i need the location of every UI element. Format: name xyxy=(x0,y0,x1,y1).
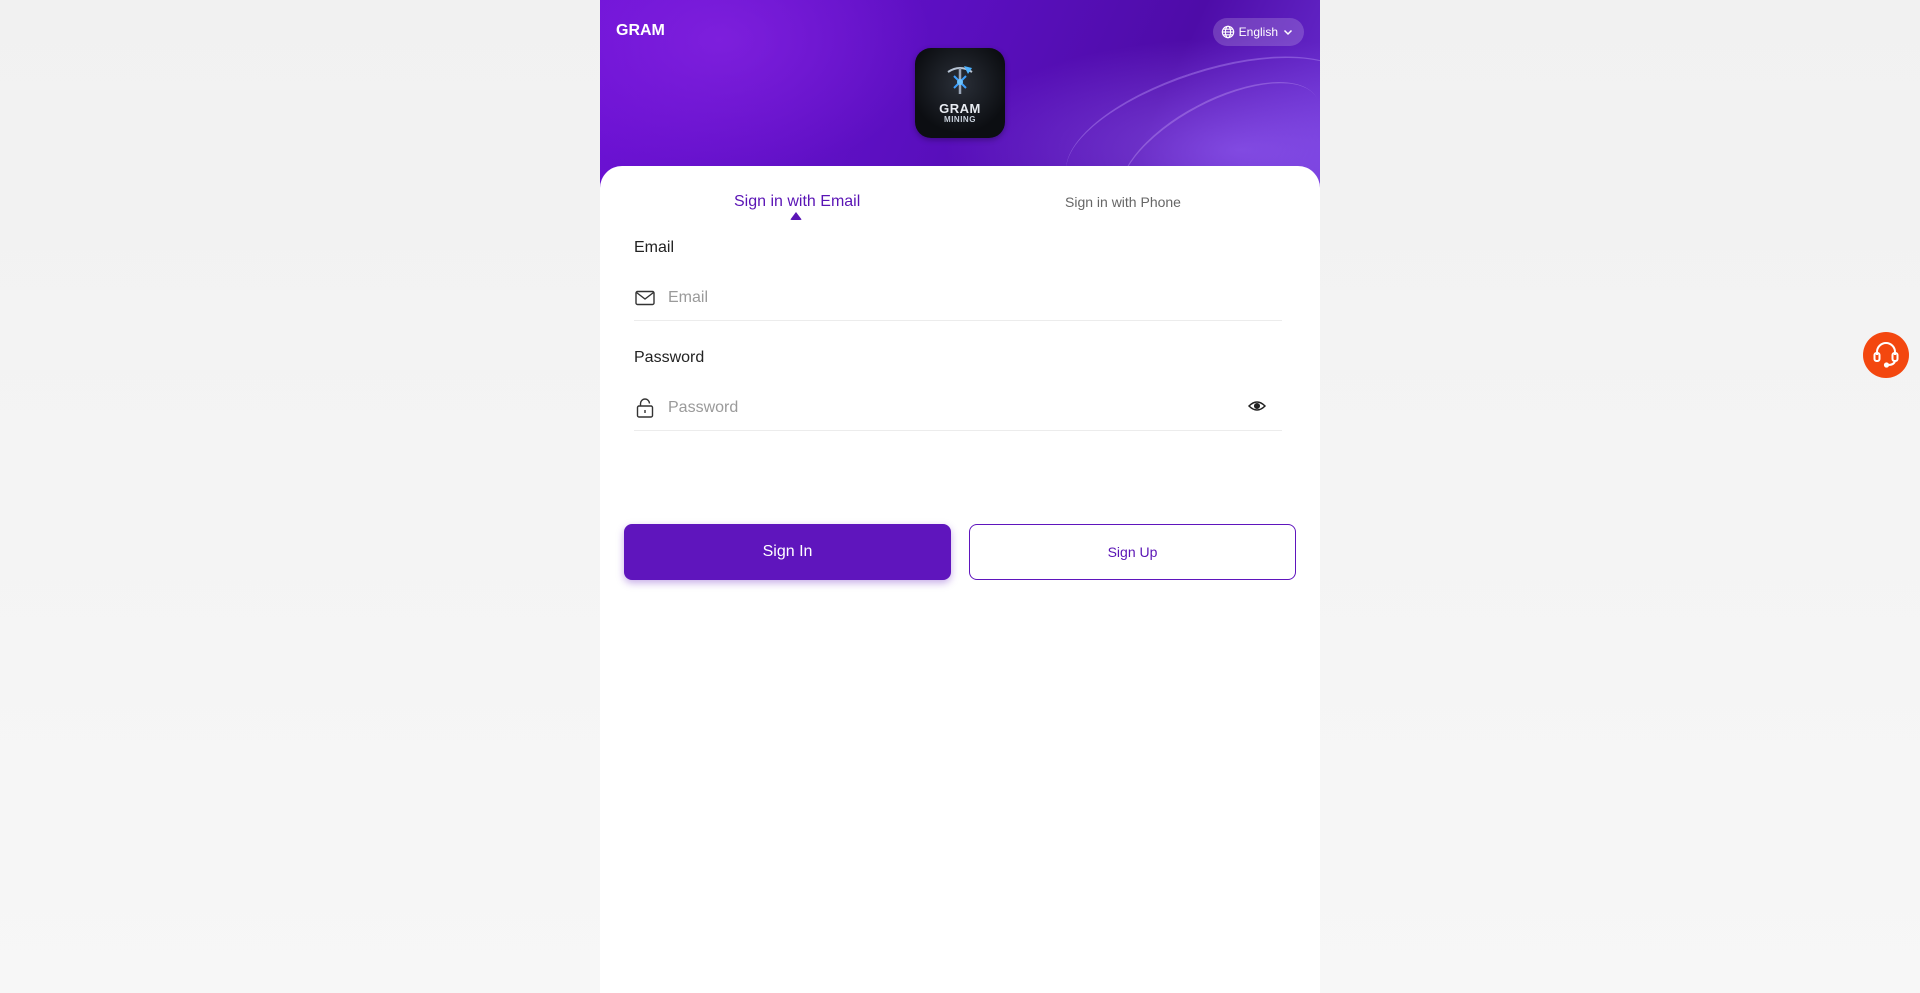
email-input[interactable] xyxy=(668,282,1282,313)
password-input[interactable] xyxy=(668,392,1282,423)
login-tabs: Sign in with Email Sign in with Phone xyxy=(600,166,1320,226)
support-button[interactable] xyxy=(1863,332,1909,378)
logo-text-top: GRAM xyxy=(939,101,981,116)
password-label: Password xyxy=(634,349,705,366)
pickaxe-icon xyxy=(947,66,973,94)
app-logo: GRAM MINING xyxy=(915,48,1005,138)
lock-icon xyxy=(634,397,656,419)
language-label: English xyxy=(1238,25,1278,39)
active-tab-indicator xyxy=(790,212,802,220)
password-field-row xyxy=(634,385,1282,431)
app-container: GRAM English GRAM MINING Sign in with Em… xyxy=(600,0,1320,993)
sign-up-button[interactable]: Sign Up xyxy=(969,524,1296,580)
globe-icon xyxy=(1221,25,1235,39)
eye-icon[interactable] xyxy=(1247,399,1267,418)
header-banner: GRAM English GRAM MINING xyxy=(600,0,1320,246)
sign-in-button[interactable]: Sign In xyxy=(624,524,951,580)
tab-email[interactable]: Sign in with Email xyxy=(734,193,860,211)
email-label: Email xyxy=(634,239,675,256)
tab-phone[interactable]: Sign in with Phone xyxy=(1065,194,1181,210)
language-selector[interactable]: English xyxy=(1212,18,1304,46)
login-card: Sign in with Email Sign in with Phone Em… xyxy=(600,166,1320,993)
mail-icon xyxy=(634,287,656,309)
headset-icon xyxy=(1871,338,1901,373)
email-field-row xyxy=(634,275,1282,321)
brand-name: GRAM xyxy=(616,22,665,39)
chevron-down-icon xyxy=(1282,26,1294,38)
logo-text-bottom: MINING xyxy=(944,115,976,124)
